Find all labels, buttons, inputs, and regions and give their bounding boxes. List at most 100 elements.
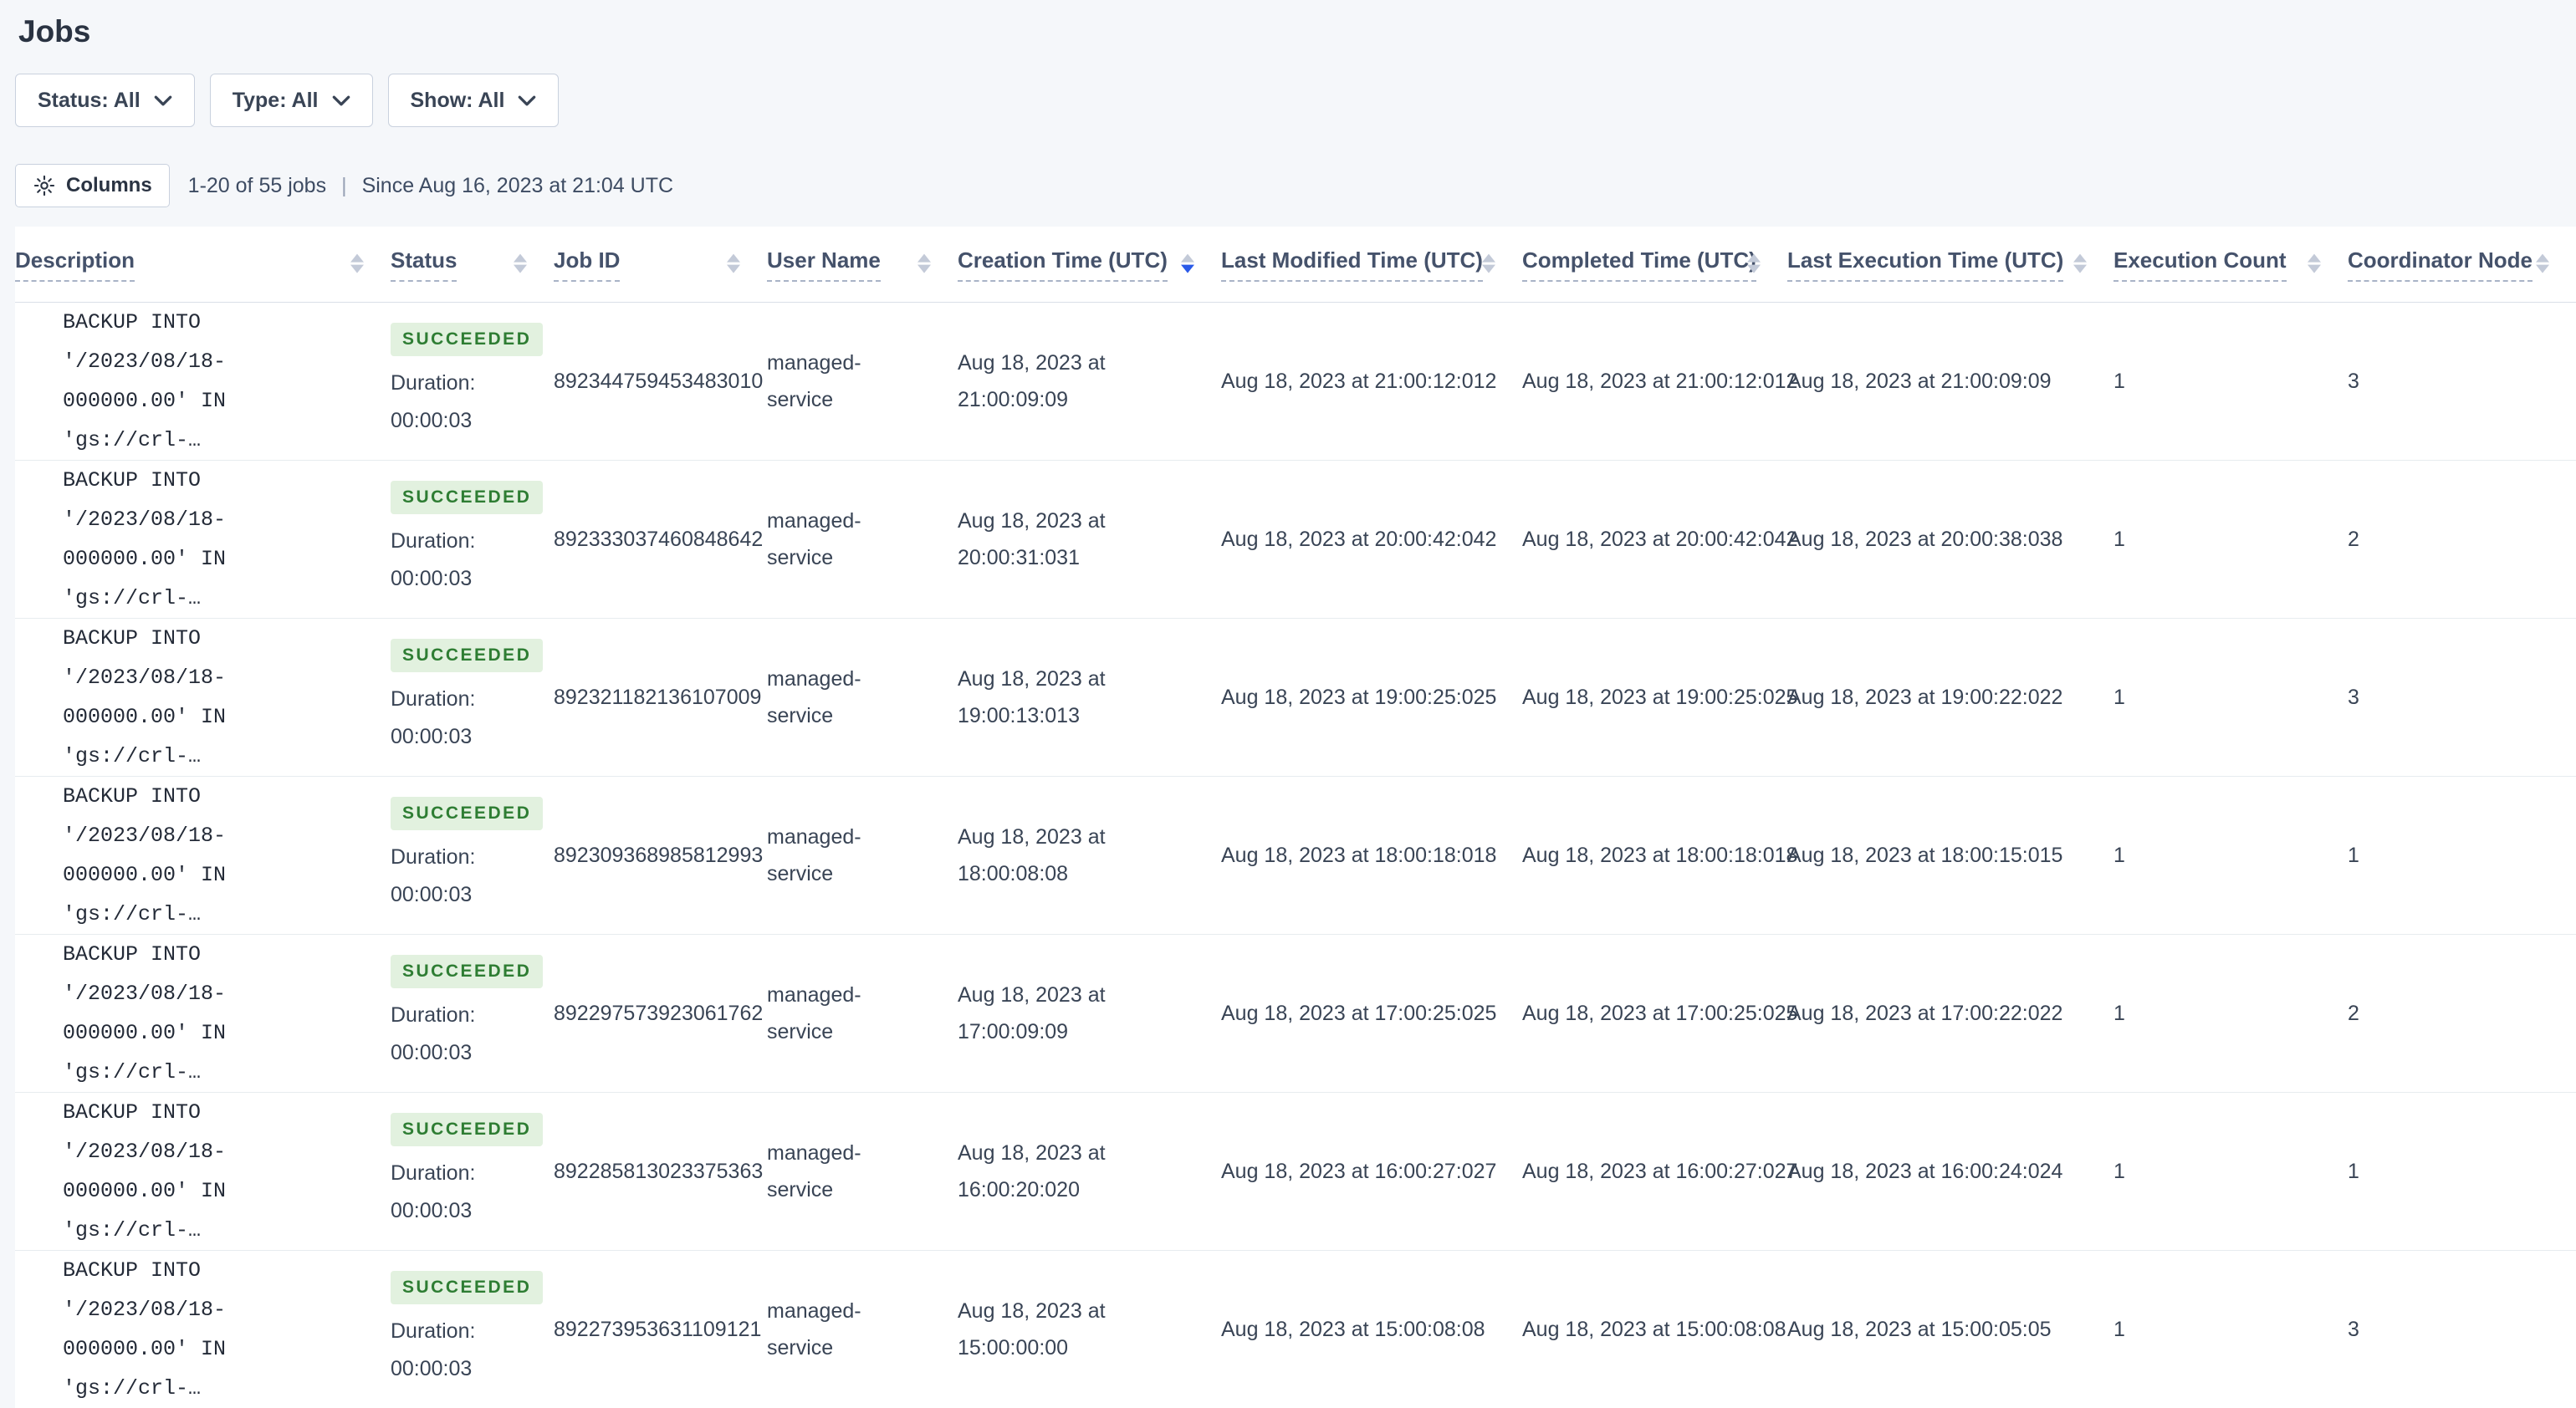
cell-last-execution-time: Aug 18, 2023 at 19:00:22:022	[1787, 619, 2113, 777]
duration-label: Duration:	[391, 681, 529, 718]
sort-icons[interactable]	[2536, 254, 2549, 273]
job-description-link[interactable]: BACKUP INTO '/2023/08/18- 000000.00' IN …	[63, 777, 365, 934]
sort-asc-icon	[1747, 254, 1761, 263]
sort-icons[interactable]	[2073, 254, 2087, 273]
cell-execution-count: 1	[2113, 619, 2348, 777]
duration-value: 00:00:03	[391, 718, 529, 756]
sort-desc-icon	[2308, 265, 2321, 273]
cell-job-id: 892273953631109121	[554, 1251, 767, 1408]
cell-last-execution-time: Aug 18, 2023 at 18:00:15:015	[1787, 777, 2113, 935]
column-header-label: Status	[391, 247, 457, 282]
columns-button[interactable]: Columns	[15, 164, 170, 207]
cell-status: SUCCEEDED Duration: 00:00:03	[391, 1093, 554, 1251]
duration-value: 00:00:03	[391, 560, 529, 598]
duration: Duration: 00:00:03	[391, 1313, 529, 1388]
cell-creation-time: Aug 18, 2023 at 16:00:20:020	[958, 1093, 1221, 1251]
cell-status: SUCCEEDED Duration: 00:00:03	[391, 777, 554, 935]
sort-asc-icon	[727, 254, 740, 263]
duration: Duration: 00:00:03	[391, 365, 529, 440]
cell-execution-count: 1	[2113, 1093, 2348, 1251]
cell-coordinator-node: 1	[2348, 1093, 2576, 1251]
job-description-link[interactable]: BACKUP INTO '/2023/08/18- 000000.00' IN …	[63, 303, 365, 460]
sort-desc-icon	[350, 265, 364, 273]
column-header-description[interactable]: Description	[15, 227, 391, 303]
jobs-table: Description Status Job ID User Name Crea…	[15, 227, 2576, 1408]
cell-job-id: 892297573923061762	[554, 935, 767, 1093]
duration-value: 00:00:03	[391, 1034, 529, 1072]
sort-icons[interactable]	[727, 254, 740, 273]
duration: Duration: 00:00:03	[391, 839, 529, 914]
cell-status: SUCCEEDED Duration: 00:00:03	[391, 461, 554, 619]
cell-job-id: 892321182136107009	[554, 619, 767, 777]
column-header-label: Creation Time (UTC)	[958, 247, 1168, 282]
column-header-label: Completed Time (UTC)	[1522, 247, 1756, 282]
sort-asc-icon	[2073, 254, 2087, 263]
duration: Duration: 00:00:03	[391, 997, 529, 1072]
column-header-job-id[interactable]: Job ID	[554, 227, 767, 303]
filter-dropdown-status[interactable]: Status: All	[15, 74, 195, 127]
cell-job-id: 892344759453483010	[554, 303, 767, 461]
cell-user-name: managed-service	[767, 303, 958, 461]
cell-description: BACKUP INTO '/2023/08/18- 000000.00' IN …	[15, 461, 391, 619]
jobs-table-card: Description Status Job ID User Name Crea…	[15, 227, 2576, 1408]
column-header-execution-count[interactable]: Execution Count	[2113, 227, 2348, 303]
duration-label: Duration:	[391, 997, 529, 1034]
sort-desc-icon	[2073, 265, 2087, 273]
job-description-link[interactable]: BACKUP INTO '/2023/08/18- 000000.00' IN …	[63, 619, 365, 776]
sort-desc-icon	[727, 265, 740, 273]
cell-completed-time: Aug 18, 2023 at 18:00:18:018	[1522, 777, 1787, 935]
sort-icons[interactable]	[917, 254, 931, 273]
duration-value: 00:00:03	[391, 876, 529, 914]
sort-icons[interactable]	[1181, 254, 1194, 273]
column-header-last-execution-time-utc[interactable]: Last Execution Time (UTC)	[1787, 227, 2113, 303]
job-description-link[interactable]: BACKUP INTO '/2023/08/18- 000000.00' IN …	[63, 1093, 365, 1250]
column-header-label: Execution Count	[2113, 247, 2287, 282]
sort-icons[interactable]	[1482, 254, 1495, 273]
column-header-label: Coordinator Node	[2348, 247, 2533, 282]
status-badge: SUCCEEDED	[391, 1113, 543, 1146]
cell-coordinator-node: 2	[2348, 461, 2576, 619]
cell-user-name: managed-service	[767, 1251, 958, 1408]
gear-icon	[33, 174, 56, 197]
cell-coordinator-node: 3	[2348, 303, 2576, 461]
status-badge: SUCCEEDED	[391, 1271, 543, 1304]
cell-coordinator-node: 2	[2348, 935, 2576, 1093]
sort-icons[interactable]	[2308, 254, 2321, 273]
chevron-down-icon	[154, 95, 172, 106]
cell-last-modified-time: Aug 18, 2023 at 21:00:12:012	[1221, 303, 1522, 461]
table-body: BACKUP INTO '/2023/08/18- 000000.00' IN …	[15, 303, 2576, 1408]
column-header-completed-time-utc[interactable]: Completed Time (UTC)	[1522, 227, 1787, 303]
sort-icons[interactable]	[350, 254, 364, 273]
column-header-status[interactable]: Status	[391, 227, 554, 303]
cell-job-id: 892285813023375363	[554, 1093, 767, 1251]
cell-last-modified-time: Aug 18, 2023 at 16:00:27:027	[1221, 1093, 1522, 1251]
sort-asc-icon	[1482, 254, 1495, 263]
filter-dropdown-type[interactable]: Type: All	[210, 74, 373, 127]
cell-status: SUCCEEDED Duration: 00:00:03	[391, 935, 554, 1093]
sort-icons[interactable]	[1747, 254, 1761, 273]
cell-user-name: managed-service	[767, 935, 958, 1093]
sort-icons[interactable]	[514, 254, 527, 273]
cell-coordinator-node: 3	[2348, 1251, 2576, 1408]
filter-dropdown-show[interactable]: Show: All	[388, 74, 560, 127]
cell-creation-time: Aug 18, 2023 at 18:00:08:08	[958, 777, 1221, 935]
cell-status: SUCCEEDED Duration: 00:00:03	[391, 619, 554, 777]
column-header-creation-time-utc[interactable]: Creation Time (UTC)	[958, 227, 1221, 303]
cell-last-modified-time: Aug 18, 2023 at 19:00:25:025	[1221, 619, 1522, 777]
cell-description: BACKUP INTO '/2023/08/18- 000000.00' IN …	[15, 303, 391, 461]
job-description-link[interactable]: BACKUP INTO '/2023/08/18- 000000.00' IN …	[63, 935, 365, 1092]
table-row: BACKUP INTO '/2023/08/18- 000000.00' IN …	[15, 303, 2576, 461]
cell-execution-count: 1	[2113, 1251, 2348, 1408]
table-row: BACKUP INTO '/2023/08/18- 000000.00' IN …	[15, 1251, 2576, 1408]
column-header-last-modified-time-utc[interactable]: Last Modified Time (UTC)	[1221, 227, 1522, 303]
job-description-link[interactable]: BACKUP INTO '/2023/08/18- 000000.00' IN …	[63, 1251, 365, 1408]
column-header-coordinator-node[interactable]: Coordinator Node	[2348, 227, 2576, 303]
job-description-link[interactable]: BACKUP INTO '/2023/08/18- 000000.00' IN …	[63, 461, 365, 618]
sort-desc-icon	[2536, 265, 2549, 273]
cell-execution-count: 1	[2113, 935, 2348, 1093]
column-header-user-name[interactable]: User Name	[767, 227, 958, 303]
filter-label: Show: All	[411, 89, 505, 113]
table-row: BACKUP INTO '/2023/08/18- 000000.00' IN …	[15, 777, 2576, 935]
duration-value: 00:00:03	[391, 402, 529, 440]
duration-label: Duration:	[391, 839, 529, 876]
